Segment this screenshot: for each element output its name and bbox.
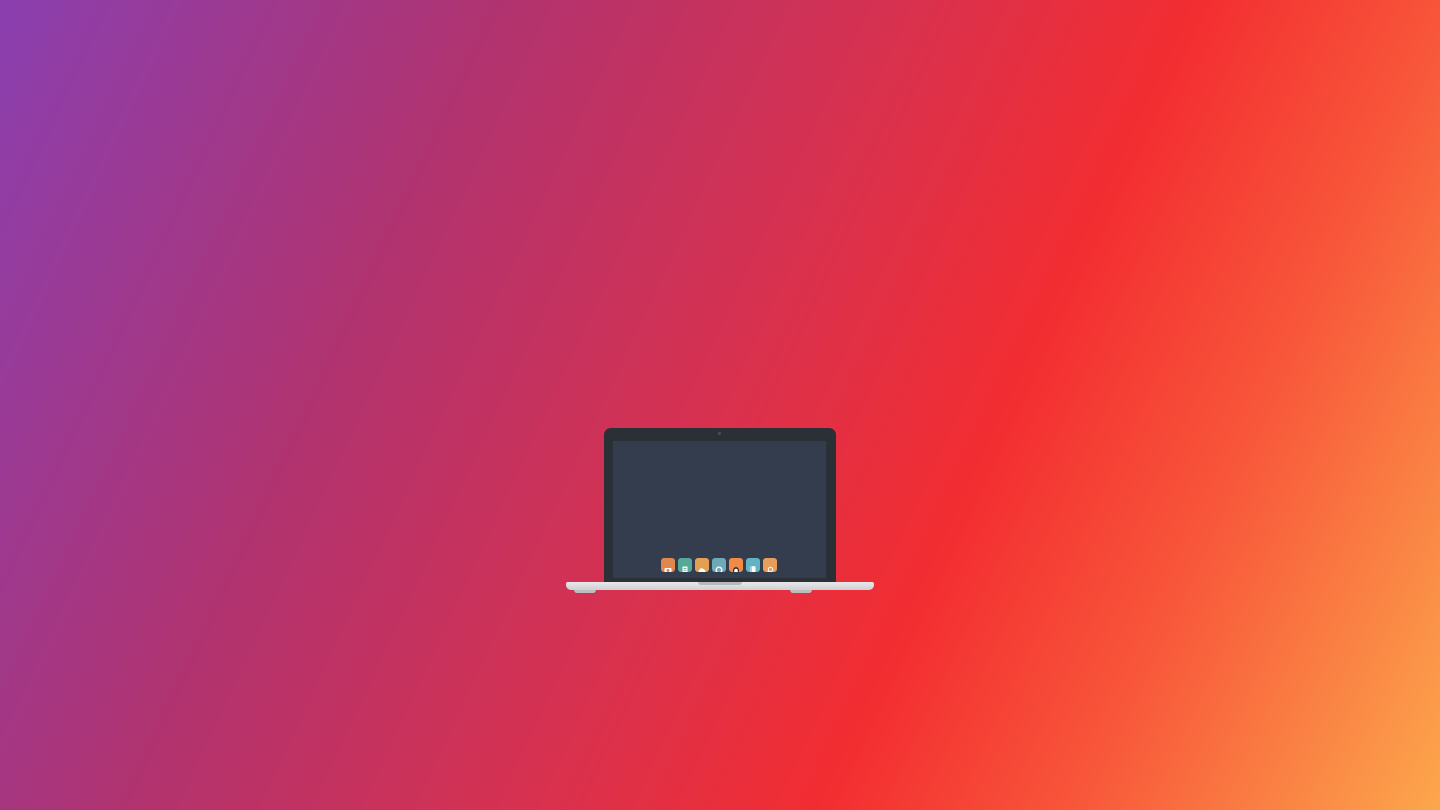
laptop-lid	[604, 428, 836, 584]
laptop-screen	[613, 441, 826, 578]
trackpad-notch	[698, 582, 742, 585]
contact-icon[interactable]	[729, 557, 743, 572]
compass-icon[interactable]	[712, 557, 726, 572]
cloud-icon-glyph	[698, 561, 706, 572]
document-icon[interactable]	[678, 557, 692, 572]
search-icon-glyph	[766, 561, 774, 572]
laptop-illustration	[566, 428, 874, 594]
book-icon-glyph	[749, 561, 757, 572]
search-icon[interactable]	[763, 557, 777, 572]
camera-icon-glyph	[664, 561, 672, 572]
book-icon[interactable]	[746, 557, 760, 572]
document-icon-glyph	[681, 561, 689, 572]
desktop-wallpaper	[0, 0, 1440, 810]
contact-icon-glyph	[732, 561, 740, 572]
laptop-foot-left	[574, 590, 596, 593]
webcam-icon	[718, 432, 721, 435]
compass-icon-glyph	[715, 561, 723, 572]
cloud-icon[interactable]	[695, 557, 709, 572]
dock	[661, 556, 781, 573]
laptop-foot-right	[790, 590, 812, 593]
camera-icon[interactable]	[661, 557, 675, 572]
laptop-base	[566, 582, 874, 590]
